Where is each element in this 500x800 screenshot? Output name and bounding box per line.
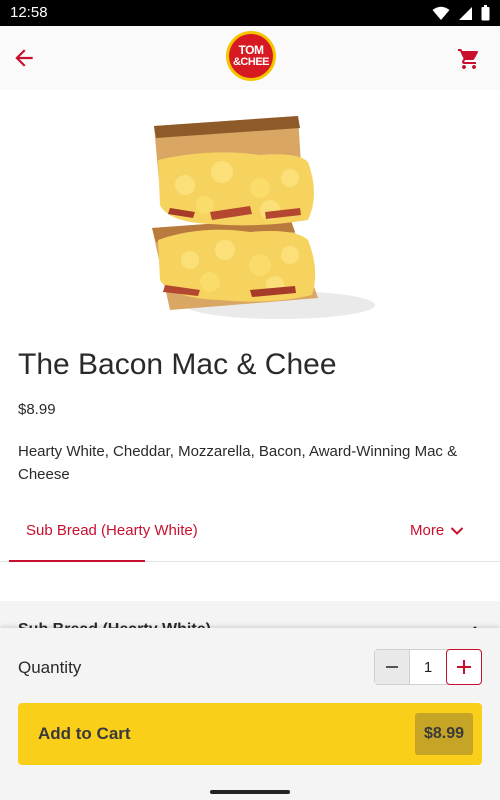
status-icons xyxy=(432,5,490,21)
logo-badge: TOM &CHEE xyxy=(229,34,273,78)
status-bar: 12:58 xyxy=(0,0,500,26)
battery-icon xyxy=(481,5,490,21)
add-to-cart-price: $8.99 xyxy=(415,713,473,755)
more-tabs-button[interactable]: More xyxy=(410,522,464,539)
tab-sub-bread-label: Sub Bread (Hearty White) xyxy=(26,522,198,539)
increase-quantity-button[interactable] xyxy=(446,649,482,685)
tab-sub-bread[interactable]: Sub Bread (Hearty White) xyxy=(9,512,198,562)
back-arrow-icon xyxy=(15,49,33,67)
chevron-down-icon xyxy=(450,526,464,535)
more-tabs-label: More xyxy=(410,522,445,539)
option-tabs: Sub Bread (Hearty White) More xyxy=(0,512,500,562)
cart-icon xyxy=(458,49,479,69)
signal-icon xyxy=(459,6,472,20)
status-time: 12:58 xyxy=(10,4,48,21)
app-bar: TOM &CHEE xyxy=(0,26,500,90)
home-gesture-handle[interactable] xyxy=(210,790,290,794)
system-nav-bar xyxy=(0,783,500,800)
order-bottom-sheet: Quantity 1 Add to Cart $8.99 xyxy=(0,628,500,800)
minus-icon xyxy=(385,666,398,668)
plus-icon xyxy=(457,660,472,674)
wifi-icon xyxy=(432,6,450,20)
quantity-stepper: 1 xyxy=(374,649,482,685)
decrease-quantity-button[interactable] xyxy=(375,650,410,684)
add-to-cart-label: Add to Cart xyxy=(38,724,131,743)
product-title: The Bacon Mac & Chee xyxy=(18,348,337,381)
brand-logo: TOM &CHEE xyxy=(226,31,276,81)
cart-button[interactable] xyxy=(452,42,486,76)
logo-text-top: TOM xyxy=(238,43,264,57)
product-image xyxy=(152,116,375,319)
back-button[interactable] xyxy=(6,40,42,76)
product-price: $8.99 xyxy=(18,401,56,418)
product-description: Hearty White, Cheddar, Mozzarella, Bacon… xyxy=(18,443,458,483)
logo-text-bottom: &CHEE xyxy=(232,56,270,68)
quantity-label: Quantity xyxy=(18,658,82,677)
quantity-value[interactable]: 1 xyxy=(410,650,447,684)
add-to-cart-button[interactable]: Add to Cart $8.99 xyxy=(18,703,482,765)
